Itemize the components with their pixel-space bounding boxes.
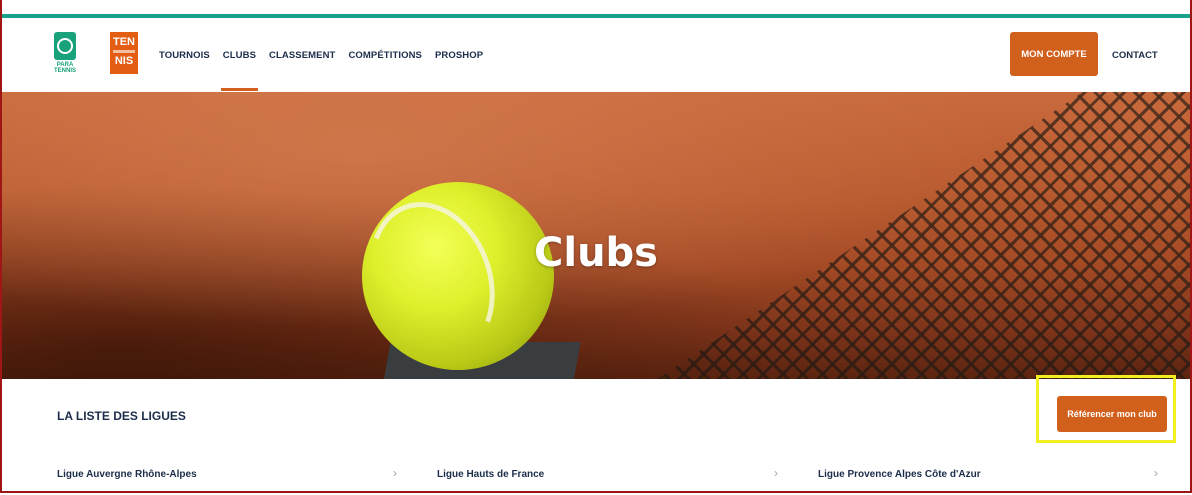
tennis-logo[interactable]: TEN NIS — [110, 32, 138, 74]
menu-item-tournois[interactable]: TOURNOIS — [159, 50, 210, 61]
ligue-link-provence-alpes-cote-dazur[interactable]: Ligue Provence Alpes Côte d'Azur — [818, 469, 981, 480]
site-header: PARA TENNIS TEN NIS TOURNOIS CLUBS CLASS… — [2, 18, 1190, 92]
para-tennis-logo-text: PARA TENNIS — [54, 62, 77, 74]
chevron-right-icon: › — [393, 466, 397, 480]
tennis-ball-image — [348, 182, 554, 376]
menu-item-clubs[interactable]: CLUBS — [220, 50, 259, 91]
para-tennis-logo[interactable]: PARA TENNIS — [54, 32, 76, 74]
chevron-right-icon: › — [774, 466, 778, 480]
ligues-section-title: LA LISTE DES LIGUES — [57, 409, 186, 423]
hero-banner: Clubs — [2, 92, 1190, 379]
tennis-logo-divider — [113, 50, 135, 53]
tennis-logo-bottom: NIS — [114, 55, 134, 67]
page-title: Clubs — [534, 230, 658, 276]
main-menu: TOURNOIS CLUBS CLASSEMENT COMPÉTITIONS P… — [159, 50, 496, 91]
para-tennis-icon — [54, 32, 76, 60]
contact-link[interactable]: CONTACT — [1112, 50, 1158, 61]
ligue-link-hauts-de-france[interactable]: Ligue Hauts de France — [437, 469, 544, 480]
referencer-club-button[interactable]: Référencer mon club — [1057, 396, 1167, 432]
menu-item-competitions[interactable]: COMPÉTITIONS — [348, 50, 422, 61]
menu-item-proshop[interactable]: PROSHOP — [435, 50, 483, 61]
ligue-link-auvergne-rhone-alpes[interactable]: Ligue Auvergne Rhône-Alpes — [57, 469, 197, 480]
chevron-right-icon: › — [1154, 466, 1158, 480]
menu-item-classement[interactable]: CLASSEMENT — [269, 50, 335, 61]
mon-compte-button[interactable]: MON COMPTE — [1010, 32, 1098, 76]
tennis-logo-top: TEN — [113, 36, 135, 48]
